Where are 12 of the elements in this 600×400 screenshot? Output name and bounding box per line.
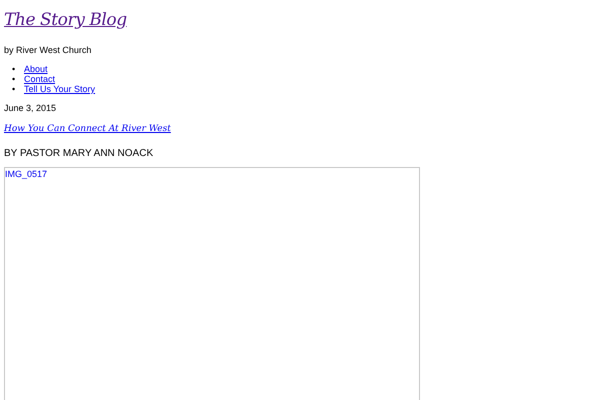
tagline: by River West Church: [4, 44, 92, 57]
nav-link[interactable]: Contact: [24, 74, 56, 84]
bullet: •: [12, 64, 16, 74]
site-title[interactable]: The Story Blog: [4, 10, 127, 30]
post-title[interactable]: How You Can Connect At River West: [4, 122, 171, 136]
image-alt-text: IMG_0517: [5, 169, 48, 179]
nav-link[interactable]: Tell Us Your Story: [24, 84, 96, 94]
bullet: •: [12, 74, 16, 84]
post-byline: BY PASTOR MARY ANN NOACK: [4, 147, 154, 161]
bullet: •: [12, 84, 16, 94]
post-date: June 3, 2015: [4, 102, 58, 115]
nav-link[interactable]: About: [24, 64, 48, 74]
